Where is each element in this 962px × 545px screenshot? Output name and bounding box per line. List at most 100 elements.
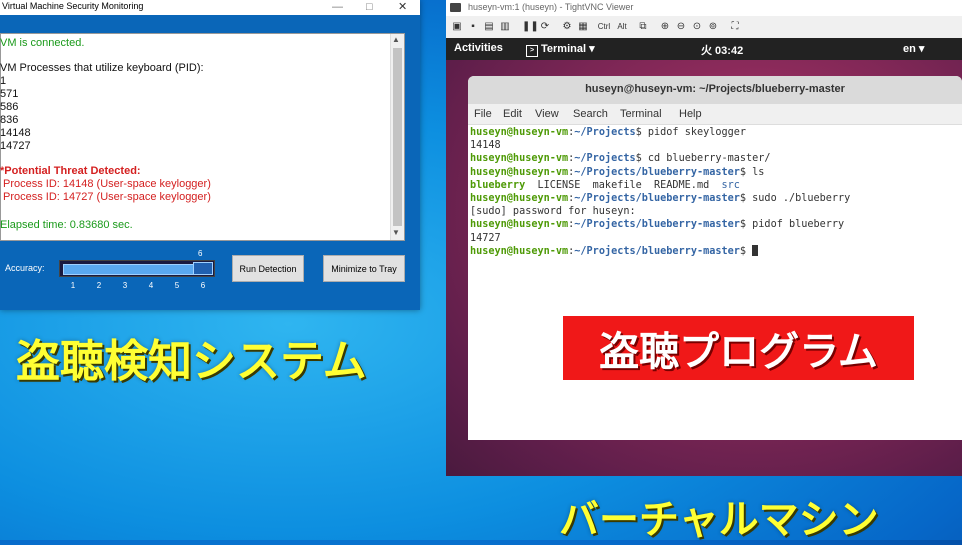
security-monitor-window: Virtual Machine Security Monitoring — □ … [0, 0, 420, 310]
slider-value-label: 6 [198, 249, 203, 258]
terminal-app-menu[interactable]: > Terminal ▾ [526, 42, 595, 57]
terminal-line: 14727 [470, 232, 501, 244]
alt-key-button[interactable]: Alt [614, 20, 630, 34]
prompt-path: ~/Projects/blueberry-master [574, 192, 740, 204]
slider-tick-label: 4 [148, 281, 154, 290]
ls-directory: src [721, 179, 740, 191]
pid-item: 14727 [0, 140, 31, 152]
log-scrollbar[interactable]: ▲ ▼ [390, 34, 404, 240]
slider-tick-label: 2 [96, 281, 102, 290]
command: sudo ./blueberry [746, 192, 851, 204]
minimize-to-tray-button[interactable]: Minimize to Tray [323, 255, 405, 282]
zoom-100-icon[interactable]: ⊙ [690, 20, 704, 34]
zoom-fit-icon[interactable]: ⊚ [706, 20, 720, 34]
terminal-line: blueberry LICENSE makefile README.md src [470, 179, 960, 192]
command: pidof blueberry [746, 219, 845, 231]
refresh-icon[interactable]: ⟳ [538, 20, 552, 34]
new-connection-icon[interactable]: ▣ [450, 20, 464, 34]
menu-file[interactable]: File [474, 108, 492, 120]
prompt-user: huseyn@huseyn-vm [470, 192, 569, 204]
prompt-user: huseyn@huseyn-vm [470, 219, 569, 231]
scrollbar-thumb[interactable] [393, 48, 402, 226]
slider-tick-label: 1 [70, 281, 76, 290]
slider-tick-label: 3 [122, 281, 128, 290]
terminal-icon: > [526, 45, 538, 57]
scroll-up-icon[interactable]: ▲ [392, 35, 400, 44]
terminal-line: 14148 [470, 140, 501, 152]
terminal-menubar: File Edit View Search Terminal Help [468, 104, 962, 125]
zoom-out-icon[interactable]: ⊖ [674, 20, 688, 34]
clipboard-icon[interactable]: ⧉ [636, 20, 650, 34]
terminal-cursor [752, 245, 759, 257]
fullscreen-icon[interactable]: ⛶ [728, 20, 742, 34]
threat-item: Process ID: 14148 (User-space keylogger) [3, 178, 211, 190]
pid-item: 14148 [0, 127, 31, 139]
run-detection-button[interactable]: Run Detection [232, 255, 304, 282]
vnc-window-title: huseyn-vm:1 (huseyn) - TightVNC Viewer [468, 2, 634, 12]
menu-search[interactable]: Search [573, 108, 608, 120]
gnome-top-bar: Activities > Terminal ▾ 火 03:42 en ▾ [446, 38, 962, 60]
caption-virtual-machine: バーチャルマシン [559, 498, 879, 542]
slider-tick-label: 5 [174, 281, 180, 290]
terminal-line: huseyn@huseyn-vm:~/Projects$ cd blueberr… [470, 153, 771, 165]
connection-status: VM is connected. [0, 37, 85, 49]
activities-button[interactable]: Activities [454, 42, 503, 54]
vnc-viewer-window: huseyn-vm:1 (huseyn) - TightVNC Viewer ▣… [446, 0, 962, 476]
ls-executable: blueberry [470, 179, 526, 191]
prompt-path: ~/Projects [574, 153, 636, 165]
close-icon[interactable]: ✕ [398, 0, 407, 14]
ctrl-key-button[interactable]: Ctrl [594, 20, 614, 34]
caption-detection-system: 盗聴検知システム [16, 337, 367, 386]
terminal-window[interactable]: huseyn@huseyn-vm: ~/Projects/blueberry-m… [468, 76, 962, 440]
command: pidof skeylogger [641, 127, 747, 138]
pid-item: 586 [0, 101, 19, 113]
menu-view[interactable]: View [535, 108, 559, 120]
prompt-user: huseyn@huseyn-vm [470, 166, 569, 178]
log-output-panel[interactable]: VM is connected. VM Processes that utili… [0, 33, 405, 241]
zoom-in-icon[interactable]: ⊕ [658, 20, 672, 34]
save-icon[interactable]: ▪ [466, 20, 480, 34]
elapsed-time: Elapsed time: 0.83680 sec. [0, 219, 133, 231]
terminal-line: huseyn@huseyn-vm:~/Projects/blueberry-ma… [470, 219, 845, 231]
start-menu-icon[interactable]: ▦ [576, 20, 590, 34]
slider-fill [63, 264, 197, 275]
menu-edit[interactable]: Edit [503, 108, 522, 120]
pid-item: 571 [0, 88, 19, 100]
maximize-icon[interactable]: □ [366, 0, 373, 14]
menu-help[interactable]: Help [679, 108, 702, 120]
slider-thumb[interactable] [193, 262, 213, 275]
terminal-header[interactable]: huseyn@huseyn-vm: ~/Projects/blueberry-m… [468, 76, 962, 105]
ctrl-alt-del-icon[interactable]: ⚙ [560, 20, 574, 34]
prompt-user: huseyn@huseyn-vm [470, 245, 569, 257]
terminal-line: huseyn@huseyn-vm:~/Projects/blueberry-ma… [470, 245, 960, 258]
command: cd blueberry-master/ [641, 153, 771, 165]
command: ls [746, 166, 765, 178]
slider-tick-label: 6 [200, 281, 206, 290]
menu-terminal[interactable]: Terminal [620, 108, 662, 120]
ubuntu-desktop: Activities > Terminal ▾ 火 03:42 en ▾ huse… [446, 38, 962, 476]
vnc-titlebar[interactable]: huseyn-vm:1 (huseyn) - TightVNC Viewer [446, 0, 962, 16]
terminal-line: huseyn@huseyn-vm:~/Projects/blueberry-ma… [470, 192, 851, 204]
prompt-path: ~/Projects [574, 127, 636, 138]
prompt-user: huseyn@huseyn-vm [470, 153, 569, 165]
vnc-toolbar: ▣ ▪ ▤ ▥ ❚❚ ⟳ ⚙ ▦ Ctrl Alt ⧉ ⊕ ⊖ ⊙ ⊚ ⛶ [446, 16, 962, 39]
scroll-down-icon[interactable]: ▼ [392, 228, 400, 237]
pid-item: 1 [0, 75, 7, 87]
language-indicator[interactable]: en ▾ [903, 42, 924, 55]
options-icon[interactable]: ▤ [482, 20, 496, 34]
terminal-output[interactable]: huseyn@huseyn-vm:~/Projects$ pidof skeyl… [470, 126, 960, 258]
accuracy-slider[interactable] [59, 260, 215, 277]
clock[interactable]: 火 03:42 [701, 42, 743, 58]
threat-header: *Potential Threat Detected: [0, 165, 141, 177]
terminal-app-menu-label: Terminal ▾ [541, 43, 595, 55]
pid-item: 836 [0, 114, 19, 126]
info-icon[interactable]: ▥ [498, 20, 512, 34]
terminal-line: huseyn@huseyn-vm:~/Projects/blueberry-ma… [470, 166, 765, 178]
accuracy-label: Accuracy: [5, 263, 45, 273]
window-titlebar[interactable]: Virtual Machine Security Monitoring — □ … [0, 0, 420, 15]
minimize-icon[interactable]: — [332, 0, 343, 14]
pause-icon[interactable]: ❚❚ [522, 20, 539, 34]
terminal-line: huseyn@huseyn-vm:~/Projects$ pidof skeyl… [470, 127, 747, 138]
processes-header: VM Processes that utilize keyboard (PID)… [0, 62, 204, 74]
caption-eavesdrop-program: 盗聴プログラム [563, 316, 914, 380]
